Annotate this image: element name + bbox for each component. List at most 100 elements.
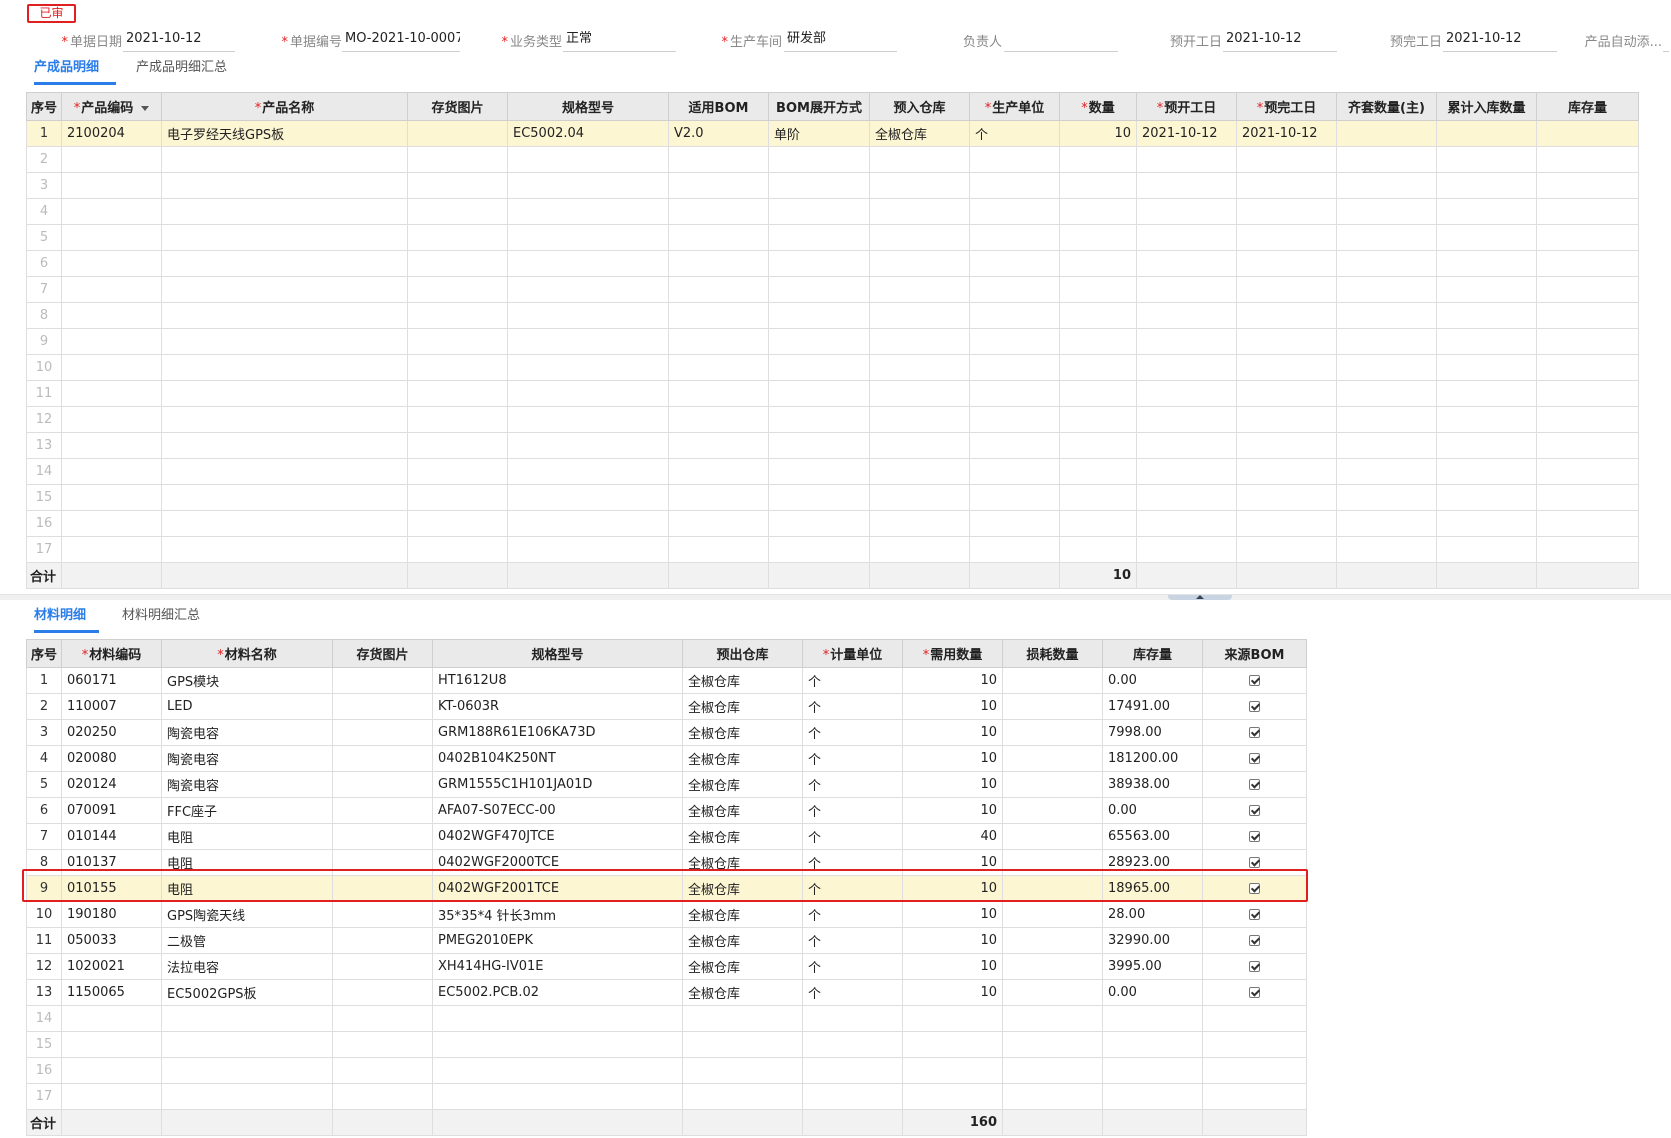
table-cell[interactable]: 10 [902, 693, 1003, 720]
material-col-header[interactable]: 预出仓库 [682, 639, 803, 668]
table-row[interactable]: 10 [26, 354, 1639, 381]
table-cell[interactable]: 65563.00 [1102, 823, 1203, 850]
table-cell[interactable] [1336, 250, 1437, 277]
table-row[interactable]: 2 110007 LED KT-0603R 全椒仓库个 10 17491.00 [26, 693, 1307, 720]
table-cell[interactable] [682, 1083, 803, 1110]
table-cell[interactable] [61, 1083, 162, 1110]
table-cell[interactable] [1002, 823, 1103, 850]
table-cell[interactable] [1236, 432, 1337, 459]
table-cell[interactable] [1336, 536, 1437, 563]
table-cell[interactable] [332, 849, 433, 876]
table-cell[interactable] [1436, 432, 1537, 459]
table-cell[interactable] [507, 198, 669, 225]
table-cell[interactable]: 全椒仓库 [682, 745, 803, 772]
table-cell[interactable] [869, 146, 970, 173]
table-cell[interactable] [1002, 979, 1103, 1006]
table-row[interactable]: 13 1150065 EC5002GPS板 EC5002.PCB.02 全椒仓库个 10 0… [26, 979, 1307, 1006]
table-cell[interactable] [802, 1057, 903, 1084]
table-cell[interactable] [1059, 354, 1137, 381]
table-cell[interactable] [1202, 771, 1307, 798]
product-col-header[interactable]: *预开工日 [1136, 92, 1237, 121]
material-col-header[interactable]: *材料名称 [161, 639, 333, 668]
table-cell[interactable] [1059, 198, 1137, 225]
table-cell[interactable] [1002, 849, 1103, 876]
table-row[interactable]: 5 [26, 224, 1639, 251]
table-cell[interactable]: 全椒仓库 [682, 719, 803, 746]
table-row[interactable]: 14 [26, 458, 1639, 485]
table-cell[interactable] [869, 458, 970, 485]
material-col-header[interactable]: 规格型号 [432, 639, 683, 668]
table-cell[interactable] [1236, 250, 1337, 277]
table-cell[interactable] [61, 146, 162, 173]
checkbox-checked-icon[interactable] [1249, 675, 1260, 686]
table-cell[interactable] [969, 250, 1060, 277]
table-cell[interactable] [1536, 380, 1639, 407]
table-cell[interactable]: 全椒仓库 [682, 901, 803, 928]
table-cell[interactable] [61, 1057, 162, 1084]
table-cell[interactable] [432, 1083, 683, 1110]
table-row[interactable]: 3 020250 陶瓷电容 GRM188R61E106KA73D 全椒仓库个 10 7998… [26, 719, 1307, 746]
checkbox-checked-icon[interactable] [1249, 727, 1260, 738]
table-cell[interactable] [1336, 354, 1437, 381]
table-cell[interactable] [507, 458, 669, 485]
table-cell[interactable]: 10 [902, 667, 1003, 694]
material-col-header[interactable]: 序号 [26, 639, 62, 668]
table-cell[interactable]: 40 [902, 823, 1003, 850]
table-cell[interactable] [161, 172, 408, 199]
table-cell[interactable] [668, 458, 769, 485]
table-cell[interactable] [1336, 432, 1437, 459]
table-row[interactable]: 7 [26, 276, 1639, 303]
table-cell[interactable] [668, 172, 769, 199]
table-cell[interactable]: 1150065 [61, 979, 162, 1006]
table-cell[interactable]: 全椒仓库 [682, 927, 803, 954]
table-cell[interactable] [1436, 172, 1537, 199]
table-row[interactable]: 11 [26, 380, 1639, 407]
table-cell[interactable] [869, 302, 970, 329]
table-cell[interactable]: EC5002.PCB.02 [432, 979, 683, 1006]
table-cell[interactable] [1059, 380, 1137, 407]
table-cell[interactable] [61, 1031, 162, 1058]
table-cell[interactable] [1202, 901, 1307, 928]
table-cell[interactable]: 020124 [61, 771, 162, 798]
table-cell[interactable]: 38938.00 [1102, 771, 1203, 798]
table-cell[interactable]: 020250 [61, 719, 162, 746]
table-cell[interactable] [1536, 328, 1639, 355]
table-cell[interactable] [768, 328, 870, 355]
table-cell[interactable] [1002, 693, 1103, 720]
table-cell[interactable]: 10 [902, 953, 1003, 980]
table-cell[interactable] [161, 276, 408, 303]
table-cell[interactable] [61, 250, 162, 277]
table-cell[interactable]: 0.00 [1102, 797, 1203, 824]
table-cell[interactable] [161, 1005, 333, 1032]
table-cell[interactable] [1002, 875, 1103, 902]
table-cell[interactable] [1059, 432, 1137, 459]
table-row[interactable]: 1 060171 GPS模块 HT1612U8 全椒仓库个 10 0.00 [26, 667, 1307, 694]
table-cell[interactable] [969, 510, 1060, 537]
table-cell[interactable] [969, 380, 1060, 407]
table-cell[interactable] [1002, 719, 1103, 746]
table-cell[interactable] [1536, 250, 1639, 277]
table-cell[interactable] [1336, 224, 1437, 251]
table-cell[interactable] [969, 276, 1060, 303]
table-cell[interactable] [1536, 120, 1639, 147]
table-cell[interactable]: 全椒仓库 [682, 823, 803, 850]
table-cell[interactable]: 个 [802, 745, 903, 772]
table-row[interactable]: 3 [26, 172, 1639, 199]
table-cell[interactable] [1136, 432, 1237, 459]
table-cell[interactable]: 电阻 [161, 849, 333, 876]
table-cell[interactable]: 10 [902, 875, 1003, 902]
table-cell[interactable] [161, 328, 408, 355]
table-cell[interactable] [902, 1031, 1003, 1058]
table-cell[interactable] [507, 536, 669, 563]
table-cell[interactable] [969, 328, 1060, 355]
table-cell[interactable]: 2021-10-12 [1136, 120, 1237, 147]
checkbox-checked-icon[interactable] [1249, 883, 1260, 894]
table-cell[interactable] [768, 302, 870, 329]
table-cell[interactable]: 电阻 [161, 823, 333, 850]
table-row[interactable]: 15 [26, 484, 1639, 511]
table-cell[interactable] [768, 484, 870, 511]
table-row[interactable]: 6 [26, 250, 1639, 277]
table-cell[interactable] [1059, 458, 1137, 485]
table-row[interactable]: 8 010137 电阻 0402WGF2000TCE 全椒仓库个 10 28923.00 [26, 849, 1307, 876]
table-cell[interactable] [161, 224, 408, 251]
